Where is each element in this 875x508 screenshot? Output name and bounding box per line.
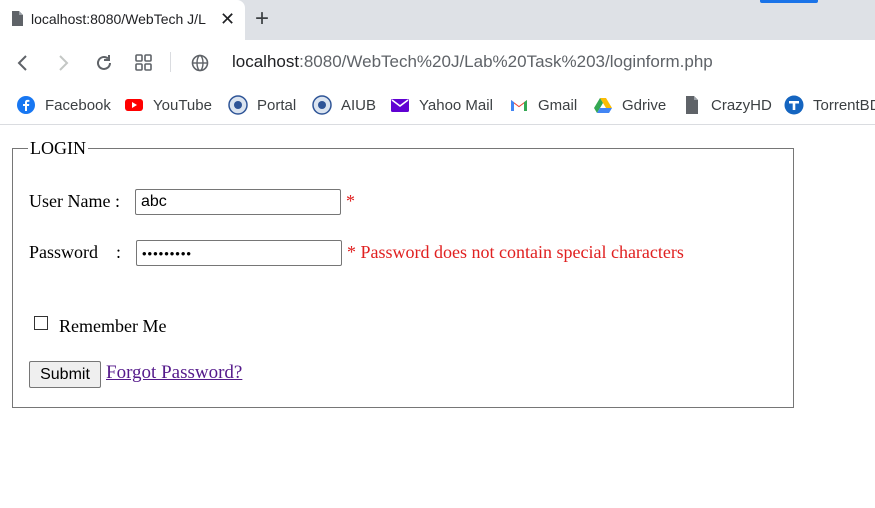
gmail-icon [511,100,527,111]
bookmark-torrentbd[interactable]: TorrentBD [784,95,875,115]
bookmark-gdrive[interactable]: Gdrive [593,95,666,115]
bookmark-label: Gdrive [622,96,667,114]
portal-icon [228,95,248,115]
login-legend: LOGIN [30,138,86,158]
bookmark-yahoo-mail[interactable]: Yahoo Mail [390,95,493,115]
bookmark-gmail[interactable]: Gmail [509,95,577,115]
bookmark-label: Gmail [538,96,578,114]
apps-icon[interactable] [135,54,153,72]
reload-icon[interactable] [94,53,114,73]
bookmark-portal[interactable]: Portal [228,95,296,115]
username-label: User Name : [29,191,120,211]
bookmark-label: TorrentBD [813,96,875,114]
browser-tab[interactable]: localhost:8080/WebTech J/L ✕ [0,0,245,40]
url-path: :8080/WebTech%20J/Lab%20Task%203/loginfo… [299,52,713,71]
bookmark-youtube[interactable]: YouTube [124,95,212,115]
password-error: * Password does not contain special char… [347,242,684,262]
bookmark-label: Portal [257,96,297,114]
bookmark-label: CrazyHD [711,96,772,114]
file-icon [686,96,698,114]
new-tab-icon[interactable]: + [255,6,269,32]
username-error: * [346,191,355,211]
tab-title: localhost:8080/WebTech J/L [31,11,206,27]
globe-icon[interactable] [190,53,210,73]
toolbar-separator [170,52,171,72]
document-icon [12,11,23,26]
back-icon[interactable] [14,54,32,72]
forward-icon[interactable] [54,54,72,72]
close-tab-icon[interactable]: ✕ [220,9,235,29]
url-host: localhost [232,52,300,71]
remember-me-checkbox[interactable] [34,316,48,330]
profile-indicator [760,0,818,3]
bookmark-crazyhd[interactable]: CrazyHD [682,95,772,115]
bookmark-facebook[interactable]: Facebook [16,95,111,115]
facebook-icon [17,96,35,114]
tab-strip: localhost:8080/WebTech J/L ✕ + [0,0,875,40]
forgot-password-link[interactable]: Forgot Password? [106,362,242,384]
bookmark-label: Facebook [45,96,111,114]
torrentbd-icon [784,95,804,115]
username-input[interactable] [135,189,341,215]
address-bar[interactable]: localhost:8080/WebTech%20J/Lab%20Task%20… [232,52,713,72]
password-label: Password : [29,242,122,262]
bookmark-label: YouTube [153,96,212,114]
password-input[interactable] [136,240,342,266]
bookmark-aiub[interactable]: AIUB [312,95,376,115]
remember-me-label: Remember Me [59,316,167,336]
submit-button[interactable]: Submit [29,361,101,388]
bookmark-label: AIUB [341,96,377,114]
youtube-icon [125,99,143,111]
bookmark-label: Yahoo Mail [419,96,493,114]
yahoo-mail-icon [391,99,409,112]
aiub-icon [312,95,332,115]
gdrive-icon [594,98,612,113]
